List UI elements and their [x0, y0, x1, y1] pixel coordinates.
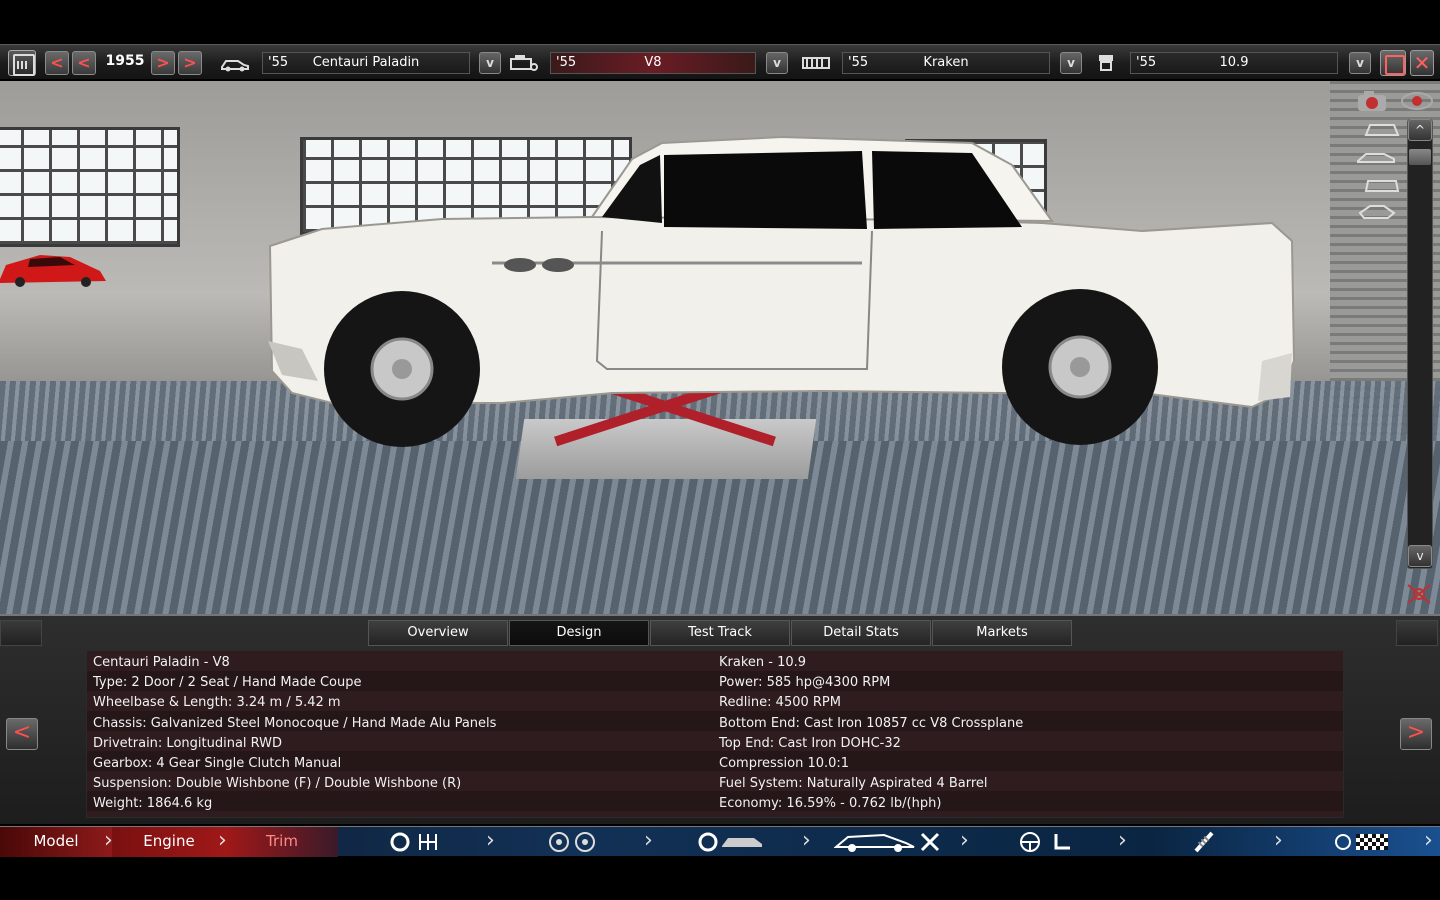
- panel-corner-left: [0, 620, 42, 646]
- nav-trim[interactable]: Trim: [226, 827, 338, 857]
- car-summary-line: Suspension: Double Wishbone (F) / Double…: [93, 776, 462, 792]
- view-side-icon[interactable]: [1356, 147, 1396, 167]
- car-summary-column: Centauri Paladin - V8 Type: 2 Door / 2 S…: [93, 653, 713, 815]
- engine-summary-line: Redline: 4500 RPM: [719, 695, 841, 711]
- tab-design[interactable]: Design: [509, 620, 649, 646]
- wheels-icon[interactable]: [548, 831, 598, 853]
- car-summary-line: Weight: 1864.6 kg: [93, 796, 213, 812]
- car-summary-line: Chassis: Galvanized Steel Monocoque / Ha…: [93, 715, 497, 731]
- chevron-right-icon: ›: [960, 828, 969, 853]
- chevron-right-icon: ›: [644, 828, 653, 853]
- engine-selector-name: V8: [644, 55, 662, 70]
- chevron-right-icon: ›: [218, 828, 227, 853]
- engine-summary-line: Compression 10.0:1: [719, 755, 850, 771]
- body-panels-icon[interactable]: [698, 831, 764, 853]
- car-summary-line: Centauri Paladin - V8: [93, 655, 230, 670]
- zoom-up-button[interactable]: ^: [1408, 119, 1432, 141]
- tab-markets[interactable]: Markets: [932, 620, 1072, 646]
- save-icon[interactable]: [1380, 50, 1406, 76]
- tab-detail-stats[interactable]: Detail Stats: [791, 620, 931, 646]
- engine-summary-line: Power: 585 hp@4300 RPM: [719, 675, 891, 691]
- info-tabs: Overview Design Test Track Detail Stats …: [368, 620, 1073, 646]
- piston-icon: [1092, 53, 1122, 75]
- eye-icon[interactable]: [1400, 89, 1434, 113]
- car-summary-line: Type: 2 Door / 2 Seat / Hand Made Coupe: [93, 675, 362, 691]
- info-next-button[interactable]: >: [1400, 718, 1432, 750]
- camera-icon[interactable]: [1356, 89, 1390, 113]
- model-dropdown-button[interactable]: v: [479, 52, 501, 74]
- info-prev-button[interactable]: <: [6, 718, 38, 750]
- tune-dropdown-button[interactable]: v: [1349, 52, 1371, 74]
- design-summary: Centauri Paladin - V8 Type: 2 Door / 2 S…: [86, 650, 1344, 818]
- car-summary-line: Wheelbase & Length: 3.24 m / 5.42 m: [93, 695, 341, 711]
- drivetrain-gearbox-icon[interactable]: [390, 831, 442, 853]
- tune-selector-name: 10.9: [1219, 55, 1249, 70]
- tab-overview[interactable]: Overview: [368, 620, 508, 646]
- design-step-nav: Model Engine Trim › › › › › › › › ›: [0, 826, 1440, 857]
- aero-cooling-icon[interactable]: [833, 831, 944, 853]
- garage-window-left: [0, 127, 180, 247]
- trim-selector-name: Kraken: [923, 55, 969, 70]
- year-prev-fast-button[interactable]: <: [45, 51, 69, 75]
- engine-summary-line: Top End: Cast Iron DOHC-32: [719, 735, 901, 751]
- engine-summary-line: Kraken - 10.9: [719, 655, 807, 670]
- game-window: < < 1955 > > '55 Centauri Paladin v '55 …: [0, 0, 1440, 900]
- year-next-fast-button[interactable]: >: [178, 51, 202, 75]
- model-selector-name: Centauri Paladin: [312, 55, 420, 70]
- engine-icon: [508, 53, 538, 75]
- nav-engine[interactable]: Engine: [112, 827, 226, 857]
- zoom-scroll-thumb[interactable]: [1409, 149, 1431, 165]
- close-button[interactable]: ✕: [1410, 50, 1434, 76]
- engine-summary-line: Bottom End: Cast Iron 10857 cc V8 Crossp…: [719, 715, 1024, 731]
- zoom-scroll-track[interactable]: [1407, 119, 1433, 569]
- trim-icon: [801, 53, 831, 75]
- chevron-right-icon: ›: [1424, 828, 1433, 853]
- nav-model[interactable]: Model: [0, 827, 112, 857]
- tune-selector[interactable]: '55 10.9: [1130, 52, 1338, 74]
- car-model-icon: [220, 53, 250, 75]
- chevron-right-icon: ›: [104, 828, 113, 853]
- trim-selector[interactable]: '55 Kraken: [842, 52, 1050, 74]
- background-red-car: [0, 255, 106, 287]
- year-next-button[interactable]: >: [151, 51, 175, 75]
- car-3d-viewport[interactable]: ^ v: [0, 81, 1440, 614]
- trim-dropdown-button[interactable]: v: [1060, 52, 1082, 74]
- tab-test-track[interactable]: Test Track: [650, 620, 790, 646]
- engine-summary-line: Fuel System: Naturally Aspirated 4 Barre…: [719, 776, 988, 792]
- chevron-right-icon: ›: [1274, 828, 1283, 853]
- suspension-icon[interactable]: [1190, 831, 1220, 853]
- view-angle-icon[interactable]: [1358, 201, 1398, 221]
- view-rear-icon[interactable]: [1362, 175, 1402, 195]
- chevron-right-icon: ›: [802, 828, 811, 853]
- interior-icon[interactable]: [1018, 831, 1074, 853]
- year-display: 1955: [105, 53, 145, 69]
- car-model[interactable]: [262, 131, 1302, 471]
- engine-dropdown-button[interactable]: v: [766, 52, 788, 74]
- car-summary-line: Drivetrain: Longitudinal RWD: [93, 735, 283, 751]
- chevron-right-icon: ›: [1118, 828, 1127, 853]
- model-selector[interactable]: '55 Centauri Paladin: [262, 52, 470, 74]
- year-prev-button[interactable]: <: [72, 51, 96, 75]
- zoom-down-button[interactable]: v: [1408, 545, 1432, 567]
- engine-selector[interactable]: '55 V8: [550, 52, 756, 74]
- car-summary-line: Gearbox: 4 Gear Single Clutch Manual: [93, 755, 342, 771]
- reset-view-icon[interactable]: [1404, 581, 1434, 607]
- info-panel: Overview Design Test Track Detail Stats …: [0, 614, 1440, 824]
- engine-summary-column: Kraken - 10.9 Power: 585 hp@4300 RPM Red…: [719, 653, 1339, 815]
- engine-summary-line: Economy: 16.59% - 0.762 lb/(hph): [719, 796, 942, 812]
- top-toolbar: < < 1955 > > '55 Centauri Paladin v '55 …: [0, 44, 1440, 80]
- calendar-icon[interactable]: [8, 50, 36, 76]
- panel-corner-right: [1396, 620, 1438, 646]
- view-front-icon[interactable]: [1362, 119, 1402, 139]
- chevron-right-icon: ›: [486, 828, 495, 853]
- test-finish-icon[interactable]: [1334, 831, 1390, 853]
